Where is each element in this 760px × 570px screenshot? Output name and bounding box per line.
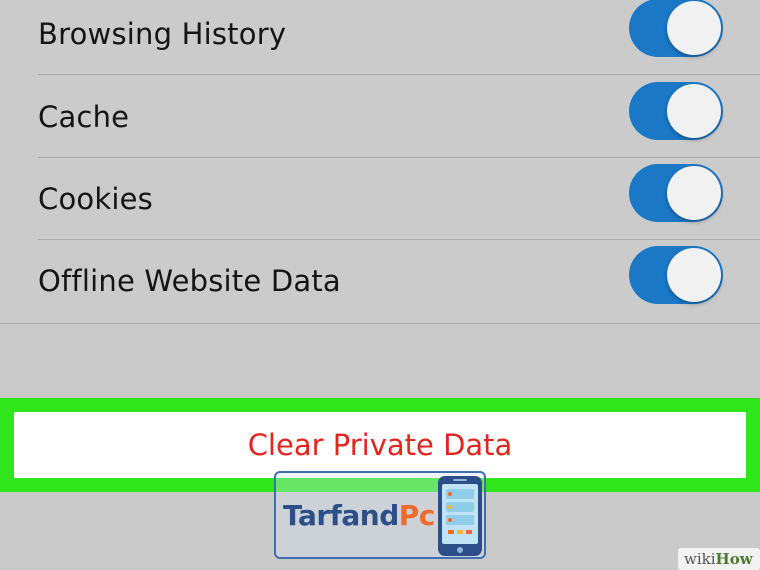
toggle-knob [667,166,721,220]
watermark-text-main: Tarfand [283,499,399,532]
toggle-knob [667,84,721,138]
settings-list: Browsing History Cache Cookies Offline W… [0,0,760,324]
watermark-text-accent: Pc [398,499,436,532]
setting-label: Offline Website Data [38,264,341,298]
cache-toggle[interactable] [629,82,723,140]
offline-website-data-toggle[interactable] [629,246,723,304]
toggle-knob [667,248,721,302]
row-divider [38,74,760,75]
setting-row-cache: Cache [0,76,760,158]
watermark-text: TarfandPc [283,496,435,536]
wikihow-badge-wiki: wiki [684,550,716,568]
clear-private-data-button[interactable]: Clear Private Data [14,412,746,478]
setting-label: Cache [38,100,130,134]
setting-row-offline-website-data: Offline Website Data [0,240,760,322]
setting-row-browsing-history: Browsing History [0,0,760,75]
setting-row-cookies: Cookies [0,158,760,240]
cookies-toggle[interactable] [629,164,723,222]
wikihow-badge-how: How [715,550,753,568]
phone-icon [438,476,482,556]
setting-label: Cookies [38,182,153,216]
toggle-knob [667,1,721,55]
browsing-history-toggle[interactable] [629,0,723,57]
wikihow-badge: wikiHow [678,548,760,570]
setting-label: Browsing History [38,17,287,51]
